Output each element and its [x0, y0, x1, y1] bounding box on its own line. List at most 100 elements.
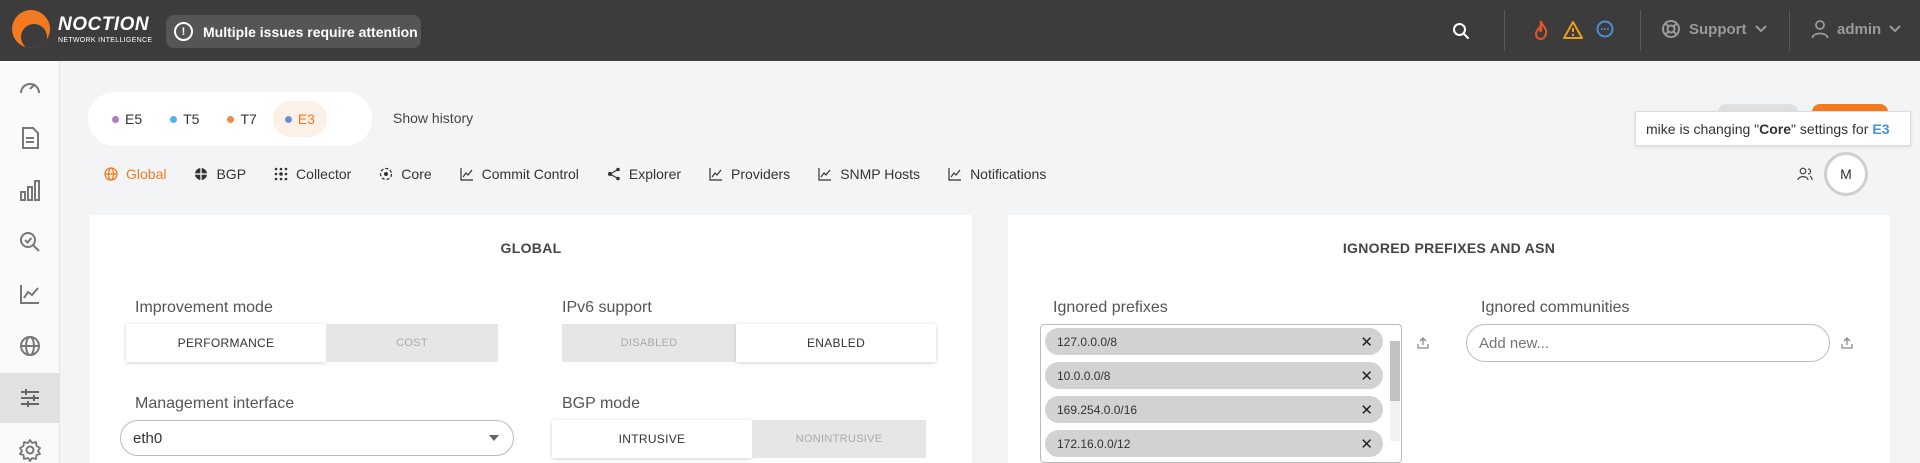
ignored-communities-input[interactable] [1466, 324, 1830, 362]
tab-global[interactable]: Global [104, 166, 166, 182]
sidebar-item-analysis[interactable] [0, 217, 60, 267]
sidebar-item-reports[interactable] [0, 113, 60, 163]
bgp-mode-label: BGP mode [562, 395, 640, 412]
bgp-mode-toggle: INTRUSIVE NONINTRUSIVE [552, 420, 926, 458]
improvement-mode-toggle: PERFORMANCE COST [126, 324, 498, 362]
prefix-value: 10.0.0.0/8 [1057, 368, 1111, 383]
tab-explorer[interactable]: Explorer [607, 166, 681, 182]
cost-option[interactable]: COST [326, 324, 498, 362]
chart-icon [948, 168, 962, 181]
server-tab-e5[interactable]: E5 [100, 101, 154, 137]
top-bar: NOCTION NETWORK INTELLIGENCE ! Multiple … [0, 0, 1920, 61]
sidebar-item-graphs[interactable] [0, 269, 60, 319]
chart-icon [818, 168, 832, 181]
server-dot [170, 115, 178, 123]
tab-label: Global [126, 166, 167, 182]
prefix-value: 127.0.0.0/8 [1057, 334, 1118, 349]
close-icon[interactable]: ✕ [1360, 333, 1373, 351]
sliders-icon [21, 389, 39, 407]
tab-notifications[interactable]: Notifications [948, 166, 1046, 182]
sidebar [0, 61, 60, 463]
globe-icon [104, 167, 118, 181]
ignored-prefixes-label: Ignored prefixes [1053, 299, 1168, 316]
server-tabs: E5 T5 T7 E3 [88, 92, 372, 146]
bgp-icon [195, 168, 208, 180]
users-icon[interactable] [1797, 167, 1813, 181]
upload-icon[interactable] [1416, 336, 1430, 350]
tooltip-section: Core [1759, 120, 1792, 137]
ignored-prefixes-list[interactable]: 127.0.0.0/8 ✕ 10.0.0.0/8 ✕ 169.254.0.0/1… [1040, 324, 1402, 463]
chat-icon[interactable] [1595, 19, 1615, 41]
sidebar-item-dashboard[interactable] [0, 62, 60, 112]
search-icon[interactable] [1451, 21, 1471, 41]
fire-icon[interactable] [1531, 19, 1551, 41]
server-tab-e3[interactable]: E3 [272, 101, 327, 137]
server-tab-label: T7 [240, 111, 257, 127]
scrollbar-thumb[interactable] [1390, 341, 1400, 401]
chevron-down-icon [1754, 25, 1767, 33]
support-label: Support [1689, 20, 1747, 38]
global-panel: GLOBAL Improvement mode PERFORMANCE COST… [90, 215, 972, 463]
performance-option[interactable]: PERFORMANCE [126, 324, 326, 362]
lifebuoy-icon [1662, 20, 1680, 38]
disabled-option[interactable]: DISABLED [562, 324, 736, 362]
tab-snmp-hosts[interactable]: SNMP Hosts [818, 166, 920, 182]
search-check-icon [20, 232, 40, 252]
tab-commit-control[interactable]: Commit Control [460, 166, 579, 182]
intrusive-option[interactable]: INTRUSIVE [552, 420, 752, 458]
tab-collector[interactable]: Collector [274, 166, 351, 182]
upload-icon[interactable] [1840, 336, 1854, 350]
caret-down-icon [489, 435, 499, 441]
warning-icon[interactable] [1563, 19, 1583, 41]
user-menu[interactable]: admin [1811, 19, 1901, 39]
issues-alert-button[interactable]: ! Multiple issues require attention [166, 15, 421, 48]
ipv6-support-label: IPv6 support [562, 299, 652, 316]
speedometer-icon [20, 83, 40, 94]
tab-bgp[interactable]: BGP [194, 166, 246, 182]
server-dot [227, 115, 235, 123]
server-dot [112, 115, 119, 123]
tab-label: SNMP Hosts [840, 166, 921, 182]
settings-nav: Global BGP Collector Core Commit Control [104, 166, 1074, 182]
close-icon[interactable]: ✕ [1360, 435, 1373, 453]
server-tab-t5[interactable]: T5 [158, 101, 211, 137]
server-tab-label: E5 [125, 111, 143, 127]
divider [1640, 10, 1641, 51]
tooltip-user: mike [1646, 120, 1676, 137]
chevron-down-icon [1889, 25, 1901, 33]
panel-title: IGNORED PREFIXES AND ASN [1342, 240, 1556, 256]
management-interface-label: Management interface [135, 395, 295, 412]
close-icon[interactable]: ✕ [1360, 367, 1373, 385]
divider [1504, 10, 1505, 51]
tab-label: Commit Control [481, 166, 579, 182]
noction-logo[interactable]: NOCTION NETWORK INTELLIGENCE [12, 10, 152, 48]
tab-core[interactable]: Core [379, 166, 432, 182]
prefix-tag: 169.254.0.0/16 ✕ [1045, 396, 1383, 423]
brand-tagline: NETWORK INTELLIGENCE [58, 36, 153, 44]
enabled-option[interactable]: ENABLED [736, 324, 936, 362]
tooltip-server: E3 [1872, 120, 1890, 137]
avatar[interactable]: M [1824, 152, 1868, 196]
server-tab-t7[interactable]: T7 [215, 101, 268, 137]
sidebar-item-settings[interactable] [0, 425, 60, 463]
close-icon[interactable]: ✕ [1360, 401, 1373, 419]
user-label: admin [1837, 20, 1882, 38]
sidebar-item-configuration[interactable] [0, 373, 60, 423]
core-icon [380, 167, 393, 181]
show-history-link[interactable]: Show history [393, 110, 473, 126]
tab-label: Core [401, 166, 432, 182]
sidebar-item-statistics[interactable] [0, 165, 60, 215]
management-interface-value: eth0 [133, 429, 163, 447]
brand-name: NOCTION [58, 13, 150, 35]
sidebar-item-network[interactable] [0, 321, 60, 371]
tab-providers[interactable]: Providers [709, 166, 790, 182]
prefix-tag: 172.16.0.0/12 ✕ [1045, 430, 1383, 457]
tab-label: BGP [216, 166, 247, 182]
panel-title: GLOBAL [500, 240, 562, 256]
management-interface-select[interactable]: eth0 [120, 420, 514, 456]
support-menu[interactable]: Support [1661, 19, 1767, 39]
tab-label: Explorer [628, 166, 682, 182]
prefix-value: 169.254.0.0/16 [1057, 402, 1138, 417]
tooltip-prefix: is changing " [1675, 120, 1760, 137]
nonintrusive-option[interactable]: NONINTRUSIVE [752, 420, 926, 458]
